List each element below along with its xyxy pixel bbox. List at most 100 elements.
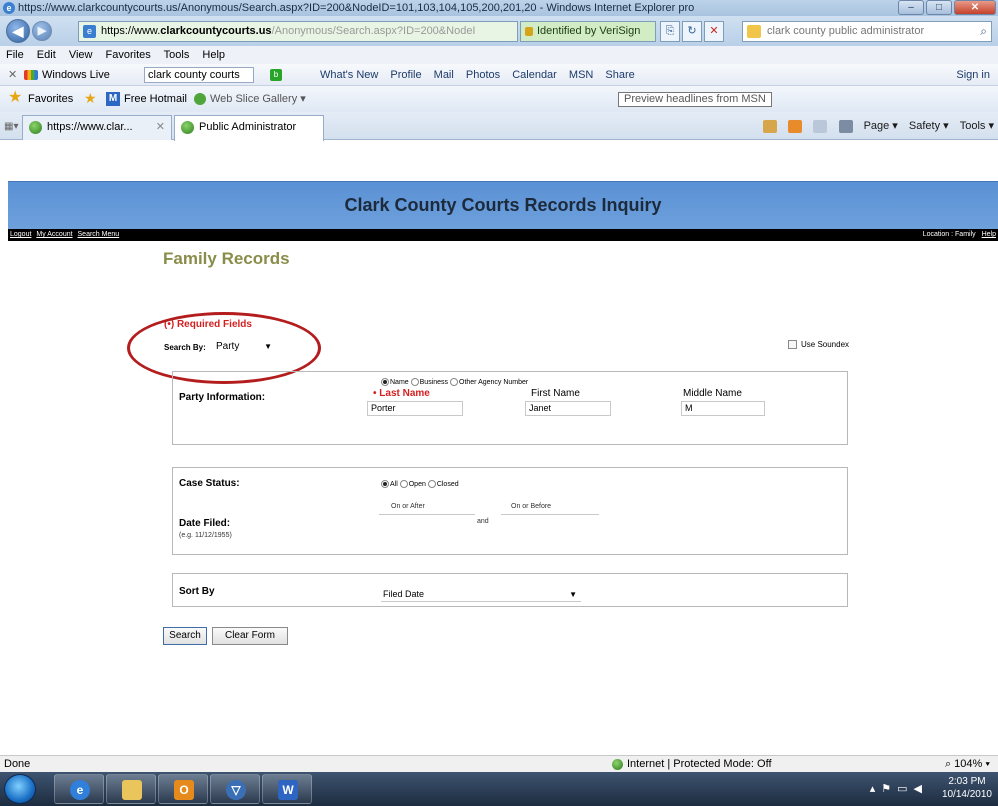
fav-web-slice-gallery[interactable]: Web Slice Gallery ▾ [210, 86, 306, 112]
help-link[interactable]: Help [982, 231, 996, 238]
radio-open[interactable] [399, 480, 408, 488]
refresh-icon[interactable]: ↻ [682, 21, 702, 42]
first-name-input[interactable]: Janet [525, 401, 611, 416]
soundex-checkbox[interactable] [788, 340, 797, 350]
clear-form-button[interactable]: Clear Form [212, 627, 288, 645]
date-after-input[interactable] [379, 514, 475, 515]
party-type-radios: Name Business Other Agency Number [381, 378, 528, 386]
favorites-star-icon[interactable]: ★ [8, 90, 22, 106]
search-button[interactable]: Search [163, 627, 207, 645]
start-button[interactable] [4, 774, 36, 804]
window-title: https://www.clarkcountycourts.us/Anonymo… [18, 2, 695, 14]
date-format-hint: (e.g. 11/12/1955) [179, 532, 232, 539]
search-by-value: Party [216, 341, 240, 352]
first-name-label: First Name [531, 388, 580, 399]
tools-menu[interactable]: Tools ▾ [960, 120, 994, 132]
stop-icon[interactable]: ✕ [704, 21, 724, 42]
radio-business[interactable] [410, 378, 419, 386]
safety-menu[interactable]: Safety ▾ [909, 120, 949, 132]
tooltip: Preview headlines from MSN [618, 92, 772, 107]
status-text: Done [4, 758, 31, 770]
live-link-mail[interactable]: Mail [434, 69, 454, 81]
live-link-whats-new[interactable]: What's New [320, 69, 378, 81]
tab-close-icon[interactable]: ✕ [156, 116, 165, 138]
live-link-photos[interactable]: Photos [466, 69, 500, 81]
sort-panel: Sort By Filed Date ▼ [172, 573, 848, 607]
radio-name-label: Name [390, 378, 409, 386]
mail-icon[interactable] [813, 119, 828, 133]
forward-button[interactable]: ▶ [32, 21, 52, 41]
add-favorite-icon[interactable]: ★ [84, 90, 97, 106]
windows-live-label[interactable]: Windows Live [42, 64, 110, 85]
zoom-level[interactable]: ⌕ 104% ▾ [945, 756, 990, 772]
tab-public-administrator[interactable]: Public Administrator [174, 115, 324, 141]
search-menu-link[interactable]: Search Menu [78, 231, 120, 238]
clock[interactable]: 2:03 PM 10/14/2010 [942, 775, 992, 801]
bing-search-icon[interactable]: b [270, 69, 282, 81]
search-provider-icon [747, 25, 761, 38]
last-name-input[interactable]: Porter [367, 401, 463, 416]
search-box[interactable]: clark county public administrator ⌕ [742, 21, 992, 42]
page-menu[interactable]: Page ▾ [864, 120, 898, 132]
site-nav-bar: Logout My Account Search Menu Location :… [8, 229, 998, 241]
ie-icon: e [3, 2, 15, 14]
search-by-select[interactable]: Party ▼ [214, 339, 276, 355]
radio-closed[interactable] [427, 480, 436, 488]
menu-help[interactable]: Help [202, 49, 225, 61]
print-icon[interactable] [838, 119, 853, 133]
my-account-link[interactable]: My Account [36, 231, 72, 238]
soundex-option[interactable]: Use Soundex [788, 339, 849, 351]
radio-all[interactable] [381, 480, 389, 488]
taskbar-vpn[interactable]: ▽ [210, 774, 260, 804]
date-before-input[interactable] [501, 514, 599, 515]
search-icon[interactable]: ⌕ [980, 22, 987, 41]
tab-page-icon [29, 121, 42, 134]
live-link-profile[interactable]: Profile [390, 69, 421, 81]
taskbar-outlook[interactable]: O [158, 774, 208, 804]
favorites-label[interactable]: Favorites [28, 86, 73, 112]
certificate-indicator[interactable]: Identified by VeriSign [520, 21, 656, 42]
address-bar[interactable]: e https://www.clarkcountycourts.us/Anony… [78, 21, 518, 42]
live-search-input[interactable]: clark county courts [144, 67, 254, 83]
menu-edit[interactable]: Edit [37, 49, 56, 61]
site-banner: Clark County Courts Records Inquiry [8, 181, 998, 229]
radio-all-label: All [390, 480, 398, 488]
compatibility-icon[interactable]: ⎘ [660, 21, 680, 42]
fav-free-hotmail[interactable]: Free Hotmail [124, 86, 187, 112]
home-icon[interactable] [763, 119, 778, 133]
quick-tabs-icon[interactable]: ▦▾ [4, 121, 18, 132]
logout-link[interactable]: Logout [10, 231, 31, 238]
security-zone[interactable]: Internet | Protected Mode: Off [612, 756, 772, 772]
internet-zone-icon [612, 758, 623, 770]
sort-by-value: Filed Date [383, 589, 425, 599]
taskbar-explorer[interactable] [106, 774, 156, 804]
taskbar-word[interactable]: W [262, 774, 312, 804]
back-button[interactable]: ◀ [6, 19, 30, 43]
menu-file[interactable]: File [6, 49, 24, 61]
live-link-msn[interactable]: MSN [569, 69, 593, 81]
sort-by-select[interactable]: Filed Date ▼ [381, 588, 581, 602]
middle-name-input[interactable]: M [681, 401, 765, 416]
radio-name[interactable] [381, 378, 389, 386]
menu-view[interactable]: View [69, 49, 93, 61]
close-button[interactable]: ✕ [954, 0, 996, 15]
search-value: clark county public administrator [767, 25, 925, 37]
toolbar-close-icon[interactable]: ✕ [8, 64, 17, 85]
tab-row: ▦▾ https://www.clar... ✕ Public Administ… [0, 112, 998, 141]
menu-tools[interactable]: Tools [164, 49, 190, 61]
web-slice-icon [194, 93, 206, 105]
ie-icon: e [70, 780, 90, 800]
live-link-calendar[interactable]: Calendar [512, 69, 557, 81]
system-tray-icons[interactable]: ▴⚑▭◀ [870, 782, 928, 795]
chevron-down-icon: ▼ [264, 342, 272, 351]
taskbar-ie[interactable]: e [54, 774, 104, 804]
radio-other-agency[interactable] [450, 378, 458, 386]
maximize-button[interactable]: □ [926, 0, 952, 15]
tab-clarkcounty[interactable]: https://www.clar... ✕ [22, 115, 172, 140]
sign-in-link[interactable]: Sign in [956, 64, 990, 85]
feeds-icon[interactable] [788, 119, 803, 133]
radio-other-agency-label: Other Agency Number [459, 378, 529, 386]
menu-favorites[interactable]: Favorites [106, 49, 151, 61]
live-link-share[interactable]: Share [605, 69, 634, 81]
minimize-button[interactable]: – [898, 0, 924, 15]
